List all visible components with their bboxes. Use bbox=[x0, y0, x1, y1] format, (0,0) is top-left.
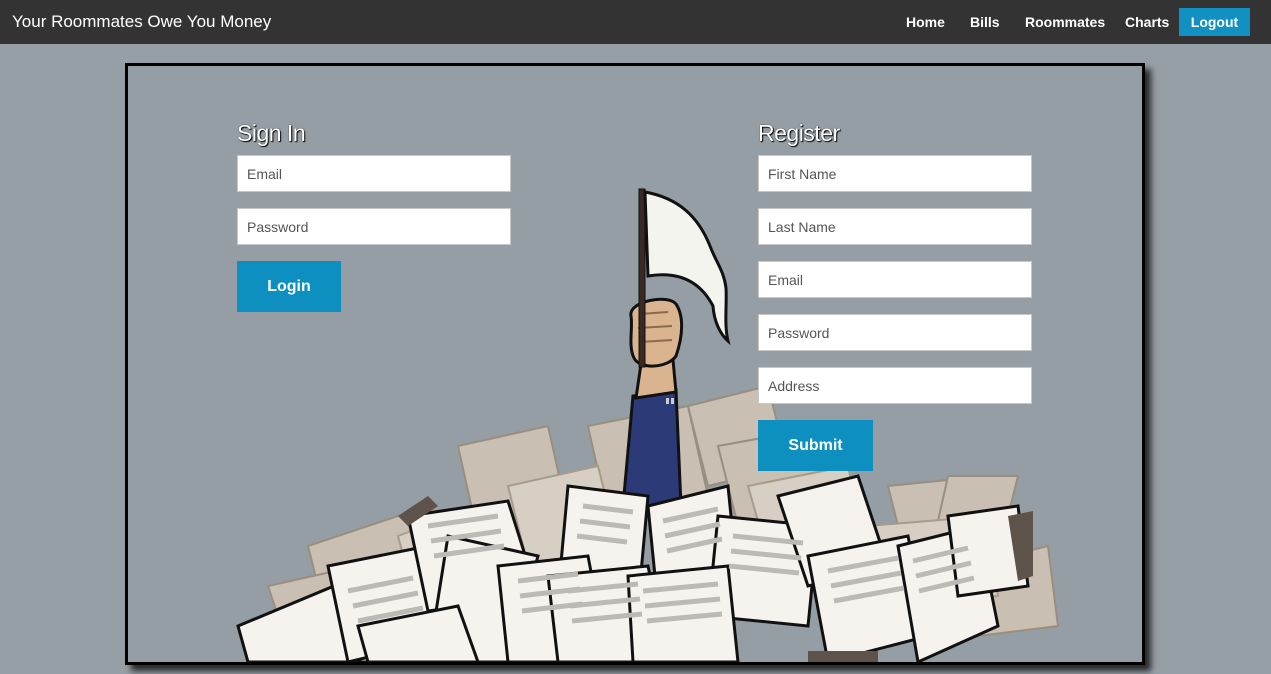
first-name-field[interactable] bbox=[758, 155, 1032, 192]
last-name-field[interactable] bbox=[758, 208, 1032, 245]
signin-email-field[interactable] bbox=[237, 155, 511, 192]
login-button[interactable]: Login bbox=[237, 261, 341, 312]
address-field[interactable] bbox=[758, 367, 1032, 404]
submit-button[interactable]: Submit bbox=[758, 420, 873, 471]
top-navbar: Your Roommates Owe You Money Home Bills … bbox=[0, 0, 1271, 44]
nav-roommates[interactable]: Roommates bbox=[1025, 14, 1105, 30]
nav-home[interactable]: Home bbox=[906, 14, 945, 30]
signin-password-field[interactable] bbox=[237, 208, 511, 245]
brand-link[interactable]: Your Roommates Owe You Money bbox=[12, 12, 271, 32]
register-password-field[interactable] bbox=[758, 314, 1032, 351]
auth-panel: Sign In Login Register Submit bbox=[125, 63, 1145, 665]
register-title: Register bbox=[758, 120, 840, 146]
logout-button[interactable]: Logout bbox=[1179, 8, 1250, 36]
nav-charts[interactable]: Charts bbox=[1125, 14, 1169, 30]
signin-title: Sign In bbox=[237, 120, 306, 146]
nav-bills[interactable]: Bills bbox=[970, 14, 1000, 30]
register-email-field[interactable] bbox=[758, 261, 1032, 298]
